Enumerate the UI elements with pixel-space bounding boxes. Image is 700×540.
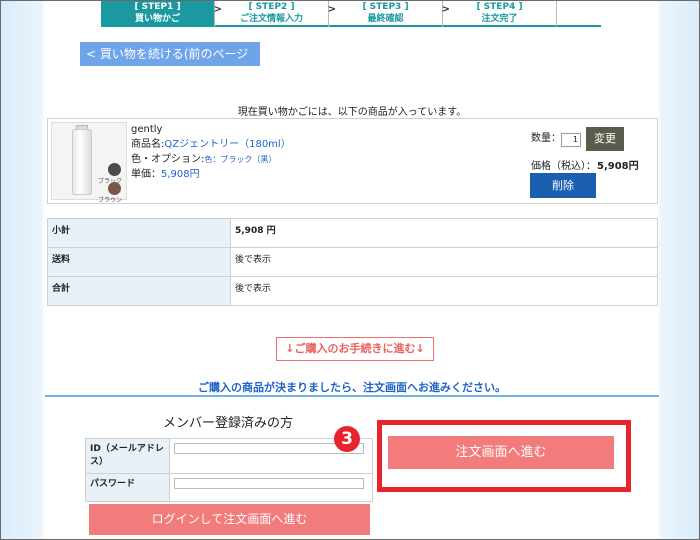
change-quantity-button[interactable]: 変更 — [586, 127, 624, 151]
step-3: [ STEP3 ] 最終確認 > — [329, 1, 450, 27]
subtotal-label: 小計 — [47, 218, 231, 248]
step-2-label: ご注文情報入力 — [239, 14, 303, 24]
quantity-label: 数量： — [531, 133, 561, 144]
proceed-to-checkout-link[interactable]: ↓ご購入のお手続きに進む↓ — [276, 337, 434, 361]
product-info: gently 商品名:QZジェントリー（180ml） 色・オプション:色：ブラッ… — [131, 122, 291, 182]
price-value: 5,908円 — [597, 161, 639, 172]
product-name-row: 商品名:QZジェントリー（180ml） — [131, 137, 291, 152]
checkout-instruction: ご購入の商品が決まりましたら、注文画面へお進みください。 — [198, 381, 506, 394]
subtotal-value: 5,908 円 — [230, 218, 658, 248]
password-label: パスワード — [85, 473, 170, 502]
order-button[interactable]: 注文画面へ進む — [388, 436, 614, 469]
order-summary-table: 小計 5,908 円 送料 後で表示 合計 後で表示 — [47, 218, 658, 306]
total-value: 後で表示 — [230, 276, 658, 306]
product-option-value: 色：ブラック（黒） — [204, 155, 277, 164]
product-option-row: 色・オプション:色：ブラック（黒） — [131, 152, 291, 167]
price-label: 価格（税込）： — [531, 161, 596, 172]
step-4-label: 注文完了 — [481, 14, 518, 24]
step-4-tag: [ STEP4 ] — [476, 2, 523, 12]
table-row: 合計 後で表示 — [47, 276, 658, 306]
table-row: 小計 5,908 円 — [47, 218, 658, 248]
member-section-title: メンバー登録済みの方 — [163, 416, 294, 431]
step-1-label: 買い物かご — [134, 14, 180, 24]
id-label: ID（メールアドレス） — [85, 438, 170, 474]
color-swatch-brown — [108, 182, 121, 195]
product-image[interactable]: ブラック ブラウン — [51, 122, 127, 204]
step-1-tag: [ STEP1 ] — [134, 2, 181, 12]
step-3-label: 最終確認 — [367, 14, 404, 24]
step-progress: [ STEP1 ] 買い物かご > [ STEP2 ] ご注文情報入力 > [ … — [101, 1, 601, 27]
password-cell — [169, 473, 373, 502]
product-name-link[interactable]: QZジェントリー（180ml） — [164, 139, 290, 150]
step-2: [ STEP2 ] ご注文情報入力 > — [215, 1, 336, 27]
product-name-label: 商品名: — [131, 139, 165, 150]
table-row: ID（メールアドレス） — [85, 438, 373, 474]
login-form: ID（メールアドレス） パスワード — [85, 438, 373, 502]
continue-shopping-button[interactable]: < 買い物を続ける(前のページへ) — [80, 42, 260, 85]
color-swatch-black — [108, 163, 121, 176]
step-3-tag: [ STEP3 ] — [362, 2, 409, 12]
step-1: [ STEP1 ] 買い物かご > — [101, 1, 222, 27]
shipping-label: 送料 — [47, 247, 231, 277]
table-row: パスワード — [85, 473, 373, 502]
step-2-tag: [ STEP2 ] — [248, 2, 295, 12]
bottle-shape — [72, 129, 92, 195]
login-and-order-button[interactable]: ログインして注文画面へ進む — [89, 504, 370, 535]
product-unit-label: 単価： — [131, 169, 161, 180]
step-4: [ STEP4 ] 注文完了 — [443, 1, 557, 27]
delete-button[interactable]: 削除 — [530, 173, 596, 198]
step-number-badge: 3 — [334, 426, 360, 452]
product-unit-price: 5,908円 — [161, 169, 200, 180]
section-divider — [45, 395, 659, 397]
quantity-input[interactable]: 1 — [561, 133, 581, 147]
swatch-label-brown: ブラウン — [98, 197, 123, 204]
product-unit-row: 単価：5,908円 — [131, 167, 291, 182]
table-row: 送料 後で表示 — [47, 247, 658, 277]
page-frame: [ STEP1 ] 買い物かご > [ STEP2 ] ご注文情報入力 > [ … — [0, 0, 700, 540]
cart-message: 現在買い物かごには、以下の商品が入っています。 — [237, 107, 467, 118]
shipping-value: 後で表示 — [230, 247, 658, 277]
password-input[interactable] — [174, 478, 364, 489]
total-label: 合計 — [47, 276, 231, 306]
product-brand: gently — [131, 124, 163, 135]
product-option-label: 色・オプション: — [131, 154, 205, 165]
cart-item: ブラック ブラウン gently 商品名:QZジェントリー（180ml） 色・オ… — [47, 118, 658, 204]
main-content: [ STEP1 ] 買い物かご > [ STEP2 ] ご注文情報入力 > [ … — [45, 1, 659, 539]
